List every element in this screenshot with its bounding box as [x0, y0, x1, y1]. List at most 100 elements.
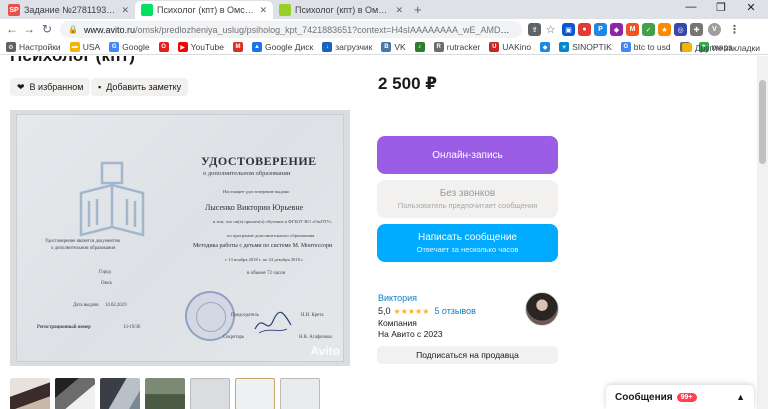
bookmark-item[interactable]: ◆ [540, 42, 551, 52]
favorite-label: В избранном [29, 82, 84, 92]
tab-avito-active[interactable]: Психолог (кпт) в Омске | Услуги ... ✕ [135, 1, 273, 19]
share-icon[interactable]: ⇪ [528, 23, 541, 36]
certificate-program: Методика работы с детьми по системе М. М… [193, 243, 333, 249]
bookmark-item[interactable]: Rrutracker [433, 42, 481, 52]
note-label: Добавить заметку [106, 82, 182, 92]
extension-icon[interactable]: ✓ [642, 23, 655, 36]
certificate-text: Удостоверение является документом [45, 239, 120, 244]
main-photo[interactable]: УДОСТОВЕРЕНИЕ о дополнительном образован… [10, 110, 350, 366]
favorite-button[interactable]: ❤ В избранном [10, 78, 91, 96]
extension-icon[interactable]: ▣ [562, 23, 575, 36]
bookmark-label: Google Диск [265, 42, 314, 52]
certificate-text: 13-19/36 [123, 325, 141, 330]
no-calls-sublabel: Пользователь предпочитает сообщения [397, 201, 538, 210]
tab-title: Психолог (кпт) в Омске | Услуги... [295, 5, 392, 15]
google-icon: G [109, 42, 120, 52]
seller-type: Компания [378, 318, 417, 328]
online-booking-button[interactable]: Онлайн-запись [377, 136, 558, 174]
thumbnail-6[interactable] [235, 378, 275, 409]
profile-avatar[interactable]: V [708, 23, 721, 36]
bookmark-item[interactable]: O [158, 42, 169, 52]
bookmark-item[interactable]: B VK [381, 42, 406, 52]
bookmark-item[interactable]: ♪ [414, 42, 425, 52]
bookmark-label: btc to usd [633, 42, 671, 52]
certificate-text: Регистрационный номер [37, 325, 91, 330]
thumbnail-3[interactable] [100, 378, 140, 409]
reload-button[interactable]: ↻ [39, 22, 55, 37]
no-calls-button[interactable]: Без звонков Пользователь предпочитает со… [377, 180, 558, 218]
folder-icon [681, 43, 692, 52]
bookmark-item[interactable]: ▶ YouTube [177, 42, 224, 52]
tab-task[interactable]: SP Задание №2781193 - просмотр з... ✕ [2, 1, 135, 19]
tab-title: Психолог (кпт) в Омске | Услуги ... [157, 5, 255, 15]
certificate-text: Омск [101, 281, 112, 286]
bookmark-item[interactable]: U UAKino [489, 42, 531, 52]
minimize-button[interactable]: — [676, 1, 706, 13]
no-calls-label: Без звонков [439, 188, 496, 199]
stamp-icon [185, 291, 235, 341]
puzzle-icon[interactable]: ✚ [690, 23, 703, 36]
extension-icon[interactable]: M [626, 23, 639, 36]
address-bar[interactable]: 🔒 www.avito.ru/omsk/predlozheniya_uslug/… [60, 21, 522, 38]
messages-widget[interactable]: Сообщения 99+ ▲ [606, 385, 754, 409]
extension-icon[interactable]: ● [578, 23, 591, 36]
close-window-button[interactable]: ✕ [736, 1, 766, 14]
chevron-up-icon[interactable]: ▲ [736, 392, 745, 402]
note-icon: ▪ [98, 82, 102, 92]
reviews-link[interactable]: 5 отзывов [434, 306, 476, 316]
close-icon[interactable]: ✕ [121, 5, 129, 16]
weather-icon: ☀ [559, 42, 570, 52]
menu-icon[interactable]: ⋮ [728, 23, 741, 36]
subscribe-label: Подписаться на продавца [416, 350, 519, 360]
tab-bar: SP Задание №2781193 - просмотр з... ✕ Пс… [0, 0, 768, 19]
other-bookmarks[interactable]: Другие закладки [681, 40, 760, 55]
star-icon[interactable]: ☆ [544, 23, 557, 36]
bookmark-item[interactable]: ↓ загрузчик [322, 42, 372, 52]
seller-avatar[interactable] [525, 292, 559, 326]
new-tab-button[interactable]: + [414, 2, 422, 17]
maximize-button[interactable]: ❐ [706, 1, 736, 14]
bookmark-item[interactable]: ▬ USA [69, 42, 100, 52]
add-note-button[interactable]: ▪ Добавить заметку [91, 78, 189, 96]
bookmark-item[interactable]: ☀ SINOPTIK [559, 42, 612, 52]
messages-count-badge: 99+ [676, 392, 697, 402]
extension-icon[interactable]: ◎ [674, 23, 687, 36]
extension-icon[interactable]: ◆ [610, 23, 623, 36]
back-button[interactable]: ← [4, 22, 20, 37]
tab-title: Задание №2781193 - просмотр з... [24, 5, 117, 15]
certificate-text: о дополнительном образовании [51, 246, 116, 251]
thumbnail-2[interactable] [55, 378, 95, 409]
online-booking-label: Онлайн-запись [432, 149, 503, 161]
certificate-text: Секретарь [223, 335, 245, 340]
certificate-image: УДОСТОВЕРЕНИЕ о дополнительном образован… [16, 114, 344, 362]
seller-rating: 5,0 ★★★★★ 5 отзывов [378, 306, 476, 316]
extension-icon[interactable]: P [594, 23, 607, 36]
thumbnail-5[interactable] [190, 378, 230, 409]
write-message-button[interactable]: Написать сообщение Отвечает за несколько… [377, 224, 558, 262]
bookmark-item[interactable]: Gbtc to usd [620, 42, 671, 52]
bookmark-label: rutracker [446, 42, 481, 52]
bookmark-label: YouTube [190, 42, 224, 52]
extension-icon[interactable]: ★ [658, 23, 671, 36]
thumbnail-4[interactable] [145, 378, 185, 409]
bookmark-item[interactable]: M [233, 42, 243, 52]
messages-label: Сообщения [615, 391, 673, 403]
heart-icon: ❤ [17, 81, 25, 92]
university-logo-icon [79, 161, 145, 237]
bookmark-label: UAKino [502, 42, 532, 52]
thumbnail-7[interactable] [280, 378, 320, 409]
certificate-text: в объеме 72 часов [247, 271, 286, 276]
close-icon[interactable]: ✕ [259, 5, 267, 16]
bookmark-item[interactable]: ▲ Google Диск [252, 42, 313, 52]
scrollbar-thumb[interactable] [759, 80, 766, 164]
subscribe-button[interactable]: Подписаться на продавца [377, 346, 558, 364]
tab-avito[interactable]: Психолог (кпт) в Омске | Услуги... ✕ [273, 1, 409, 19]
bookmark-item[interactable]: G Google [109, 42, 150, 52]
uakino-icon: U [489, 42, 500, 52]
forward-button[interactable]: → [21, 22, 37, 37]
bookmark-label: Настройки [19, 42, 61, 52]
close-icon[interactable]: ✕ [395, 5, 403, 16]
seller-name-link[interactable]: Виктория [378, 293, 417, 303]
bookmark-item[interactable]: ⚙ Настройки [6, 42, 61, 52]
thumbnail-1[interactable] [10, 378, 50, 409]
